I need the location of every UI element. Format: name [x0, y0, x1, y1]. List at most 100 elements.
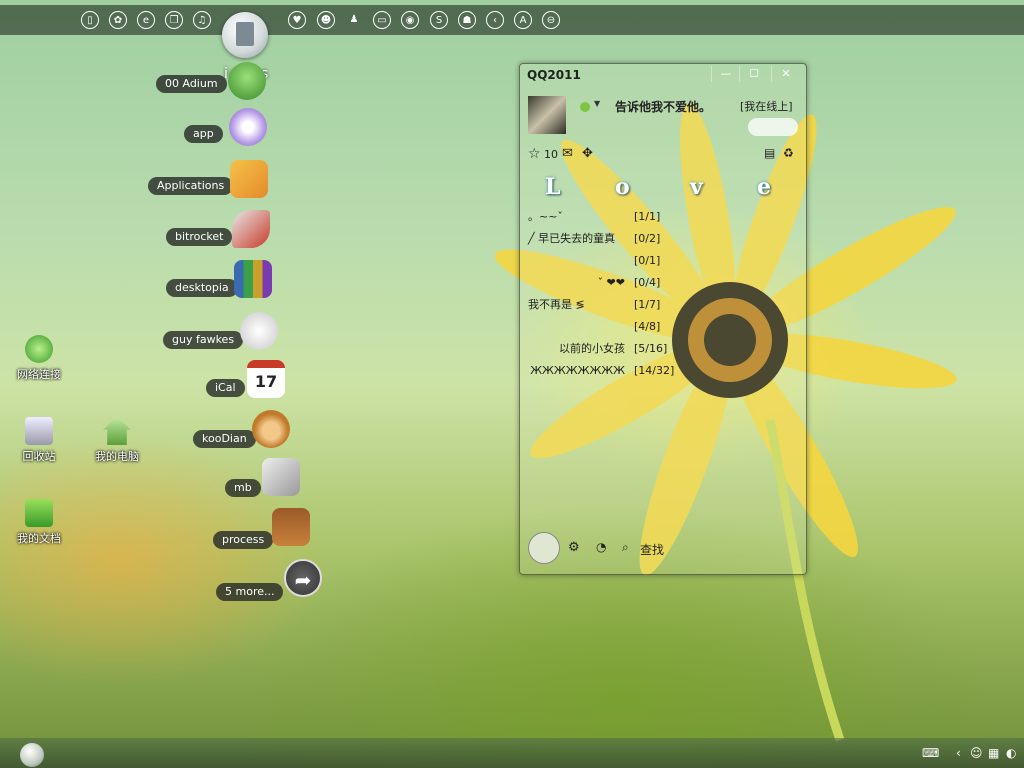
applications-icon[interactable]	[230, 160, 268, 198]
group-count: [0/4]	[634, 276, 661, 289]
books-icon[interactable]	[234, 260, 272, 298]
desktop-item-label: 回收站	[22, 450, 56, 463]
stack-item-label-ical[interactable]: iCal	[206, 379, 245, 397]
recycle-bin-icon	[25, 417, 53, 445]
rocket-icon[interactable]	[232, 210, 270, 248]
appstore-icon[interactable]: A	[514, 11, 532, 29]
stack-item-label-app[interactable]: app	[184, 125, 223, 143]
stack-folder-icon[interactable]	[222, 12, 268, 58]
gear-icon[interactable]: ⚙	[568, 540, 580, 555]
qq-tray-icon[interactable]: ☺	[970, 746, 983, 760]
robot-icon[interactable]: ◉	[401, 11, 419, 29]
qq-window[interactable]: QQ2011 — ☐ ✕ ▼ 告诉他我不爱他。 [我在线上] ☆ 10 ✉ ✥ …	[519, 63, 807, 575]
star-icon[interactable]: ☆	[528, 146, 541, 162]
adium-icon[interactable]	[228, 62, 266, 100]
love-banner: L o v e	[545, 174, 785, 204]
joystick-icon[interactable]: ♟	[345, 11, 363, 29]
desktop-item-label: 网络连接	[17, 368, 61, 381]
settings-icon[interactable]: ✿	[109, 11, 127, 29]
keyboard-icon[interactable]: ⌨	[922, 746, 939, 760]
more-arrow-icon[interactable]: ➦	[284, 559, 322, 597]
android-icon[interactable]: ☗	[458, 11, 476, 29]
search-icon[interactable]: ⌕	[622, 540, 629, 555]
group-row[interactable]: 我不再是 ≶ [1/7]	[528, 295, 663, 315]
group-count: [4/8]	[634, 320, 661, 333]
recycle-icon[interactable]: ♻	[783, 146, 794, 160]
group-count: [1/1]	[634, 210, 661, 223]
group-count: [1/7]	[634, 298, 661, 311]
monkey-icon[interactable]	[252, 410, 290, 448]
maximize-button[interactable]: ☐	[739, 66, 768, 82]
stack-item-label-bitrocket[interactable]: bitrocket	[166, 228, 233, 246]
photos-icon[interactable]	[262, 458, 300, 496]
wallpaper-flower	[494, 103, 957, 742]
stack-item-label-process[interactable]: process	[213, 531, 274, 549]
desktop-item-recycle-bin[interactable]: 回收站	[8, 417, 70, 464]
desktop-item-network[interactable]: 网络连接	[8, 335, 70, 382]
group-row[interactable]: ˇ ❤❤ [0/4]	[528, 273, 663, 293]
group-row[interactable]: [0/1]	[528, 251, 663, 271]
avatar[interactable]	[528, 96, 566, 134]
stack-item-label-mb[interactable]: mb	[225, 479, 261, 497]
back-icon[interactable]: ‹	[486, 11, 504, 29]
my-computer-icon	[103, 417, 131, 445]
music-icon[interactable]: ♫	[193, 11, 211, 29]
group-count: [0/1]	[634, 254, 661, 267]
group-count: [0/2]	[634, 232, 661, 245]
skype-icon[interactable]: S	[430, 11, 448, 29]
status-text: [我在线上]	[740, 100, 793, 113]
taskbar	[0, 738, 1024, 768]
group-row[interactable]: 。~~ˇ [1/1]	[528, 207, 663, 227]
phone-icon[interactable]: ▯	[81, 11, 99, 29]
start-button[interactable]	[20, 743, 44, 767]
network-icon	[25, 335, 53, 363]
stack-more-label[interactable]: 5 more...	[216, 583, 284, 601]
minimize-button[interactable]: —	[711, 66, 740, 82]
desktop-item-my-documents[interactable]: 我的文档	[8, 499, 70, 546]
cabinet-icon[interactable]	[272, 508, 310, 546]
group-name: 以前的小女孩	[559, 342, 625, 355]
stack-item-label-desktopia[interactable]: desktopia	[166, 279, 238, 297]
copy-icon[interactable]: ❐	[165, 11, 183, 29]
ie-icon[interactable]: e	[137, 11, 155, 29]
stack-item-label-adium[interactable]: 00 Adium	[156, 75, 227, 93]
group-row[interactable]: ЖЖЖЖЖЖЖЖ [14/32]	[528, 361, 674, 381]
online-status-icon[interactable]	[580, 102, 590, 112]
group-name: ╱ 早已失去的童真	[528, 232, 616, 245]
chevron-left-icon[interactable]: ‹	[956, 746, 961, 760]
chevron-down-icon[interactable]: ▼	[594, 99, 600, 108]
close-button[interactable]: ✕	[771, 66, 800, 82]
network-tray-icon[interactable]: ▦	[988, 746, 999, 760]
window-title: QQ2011	[527, 68, 581, 82]
lock-icon[interactable]: ⊖	[542, 11, 560, 29]
group-count: [5/16]	[634, 342, 668, 355]
signature[interactable]: 告诉他我不爱他。	[615, 98, 711, 115]
stack-item-label-applications[interactable]: Applications	[148, 177, 234, 195]
users-icon[interactable]: ☻	[317, 11, 335, 29]
stack-item-label-koodian[interactable]: kooDian	[193, 430, 256, 448]
qq-bottom-toolbar: ⚙ ◔ ⌕ 查找	[528, 532, 798, 564]
itunes-icon[interactable]	[229, 108, 267, 146]
group-count: [14/32]	[634, 364, 675, 377]
my-documents-icon	[25, 499, 53, 527]
stack-item-label-guy-fawkes[interactable]: guy fawkes	[163, 331, 244, 349]
weather-icon[interactable]	[748, 118, 798, 136]
desktop-item-label: 我的文档	[17, 532, 61, 545]
folder-icon[interactable]: ▭	[373, 11, 391, 29]
rss-icon[interactable]: ◔	[596, 540, 606, 554]
door-icon	[236, 22, 254, 46]
group-row[interactable]: ╱ 早已失去的童真 [0/2]	[528, 229, 663, 249]
qq-menu-icon[interactable]	[528, 532, 560, 564]
mask-icon[interactable]	[240, 312, 278, 350]
group-name: ЖЖЖЖЖЖЖЖ	[530, 364, 625, 377]
calendar-icon[interactable]: 17	[247, 360, 285, 398]
heart-icon[interactable]: ♥	[288, 11, 306, 29]
power-icon[interactable]: ◐	[1006, 746, 1016, 760]
group-row[interactable]: [4/8]	[528, 317, 663, 337]
desktop-item-my-computer[interactable]: 我的电脑	[86, 417, 148, 464]
mail-icon[interactable]: ✉	[562, 146, 573, 161]
calendar-small-icon[interactable]: ▤	[764, 146, 775, 160]
search-label[interactable]: 查找	[640, 541, 664, 558]
apps-icon[interactable]: ✥	[582, 146, 593, 161]
group-row[interactable]: 以前的小女孩 [5/16]	[528, 339, 667, 359]
